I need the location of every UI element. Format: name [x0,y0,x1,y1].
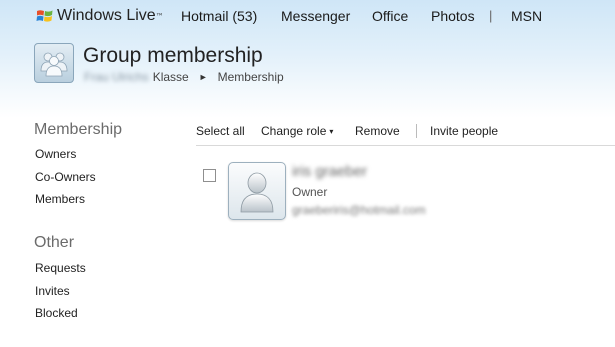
person-silhouette-icon [240,172,274,213]
change-role-dropdown[interactable]: Change role ▾ [261,124,333,138]
brand-label: Windows Live [57,7,156,24]
nav-photos[interactable]: Photos [431,8,475,24]
sidebar-item-requests[interactable]: Requests [35,261,86,275]
nav-hotmail[interactable]: Hotmail (53) [181,8,257,24]
sidebar-item-members[interactable]: Members [35,192,85,206]
sidebar-item-blocked[interactable]: Blocked [35,306,78,320]
change-role-label: Change role [261,124,327,138]
breadcrumb-current: Membership [217,70,284,84]
nav-messenger[interactable]: Messenger [281,8,350,24]
avatar[interactable] [228,162,286,220]
membership-toolbar: Select all Change role ▾ Remove Invite pe… [196,122,615,142]
remove-button[interactable]: Remove [355,124,400,138]
breadcrumb-arrow-icon: ► [198,72,208,82]
sidebar-item-owners[interactable]: Owners [35,147,76,161]
member-checkbox[interactable] [203,169,216,182]
people-icon [40,52,68,77]
toolbar-divider [416,124,417,138]
trademark-symbol: ™ [155,11,164,21]
nav-office[interactable]: Office [372,8,408,24]
windows-live-logo[interactable]: Windows Live ™ [36,7,164,25]
breadcrumb-owner[interactable]: Frau Ulrichs [84,70,149,84]
sidebar-item-coowners[interactable]: Co-Owners [35,170,96,184]
member-role: Owner [292,185,328,199]
toolbar-divider-line [196,145,615,146]
member-email: graeberiris@hotmail.com [292,203,426,217]
chevron-down-icon: ▾ [329,127,334,136]
sidebar-item-invites[interactable]: Invites [35,284,70,298]
breadcrumb-group[interactable]: Klasse [153,70,189,84]
invite-people-button[interactable]: Invite people [430,124,498,138]
nav-msn[interactable]: MSN [511,8,542,24]
select-all-button[interactable]: Select all [196,124,245,138]
sidebar-heading-other: Other [34,234,75,251]
page-title: Group membership [83,44,263,67]
top-navigation: Windows Live ™ Hotmail (53) Messenger Off… [0,0,615,32]
windows-flag-icon [36,10,53,22]
nav-separator: | [489,8,493,23]
group-icon [34,43,74,83]
breadcrumb: Frau Ulrichs Klasse ► Membership [84,70,284,84]
member-name[interactable]: iris graeber [292,163,367,180]
sidebar-heading-membership: Membership [34,121,123,138]
